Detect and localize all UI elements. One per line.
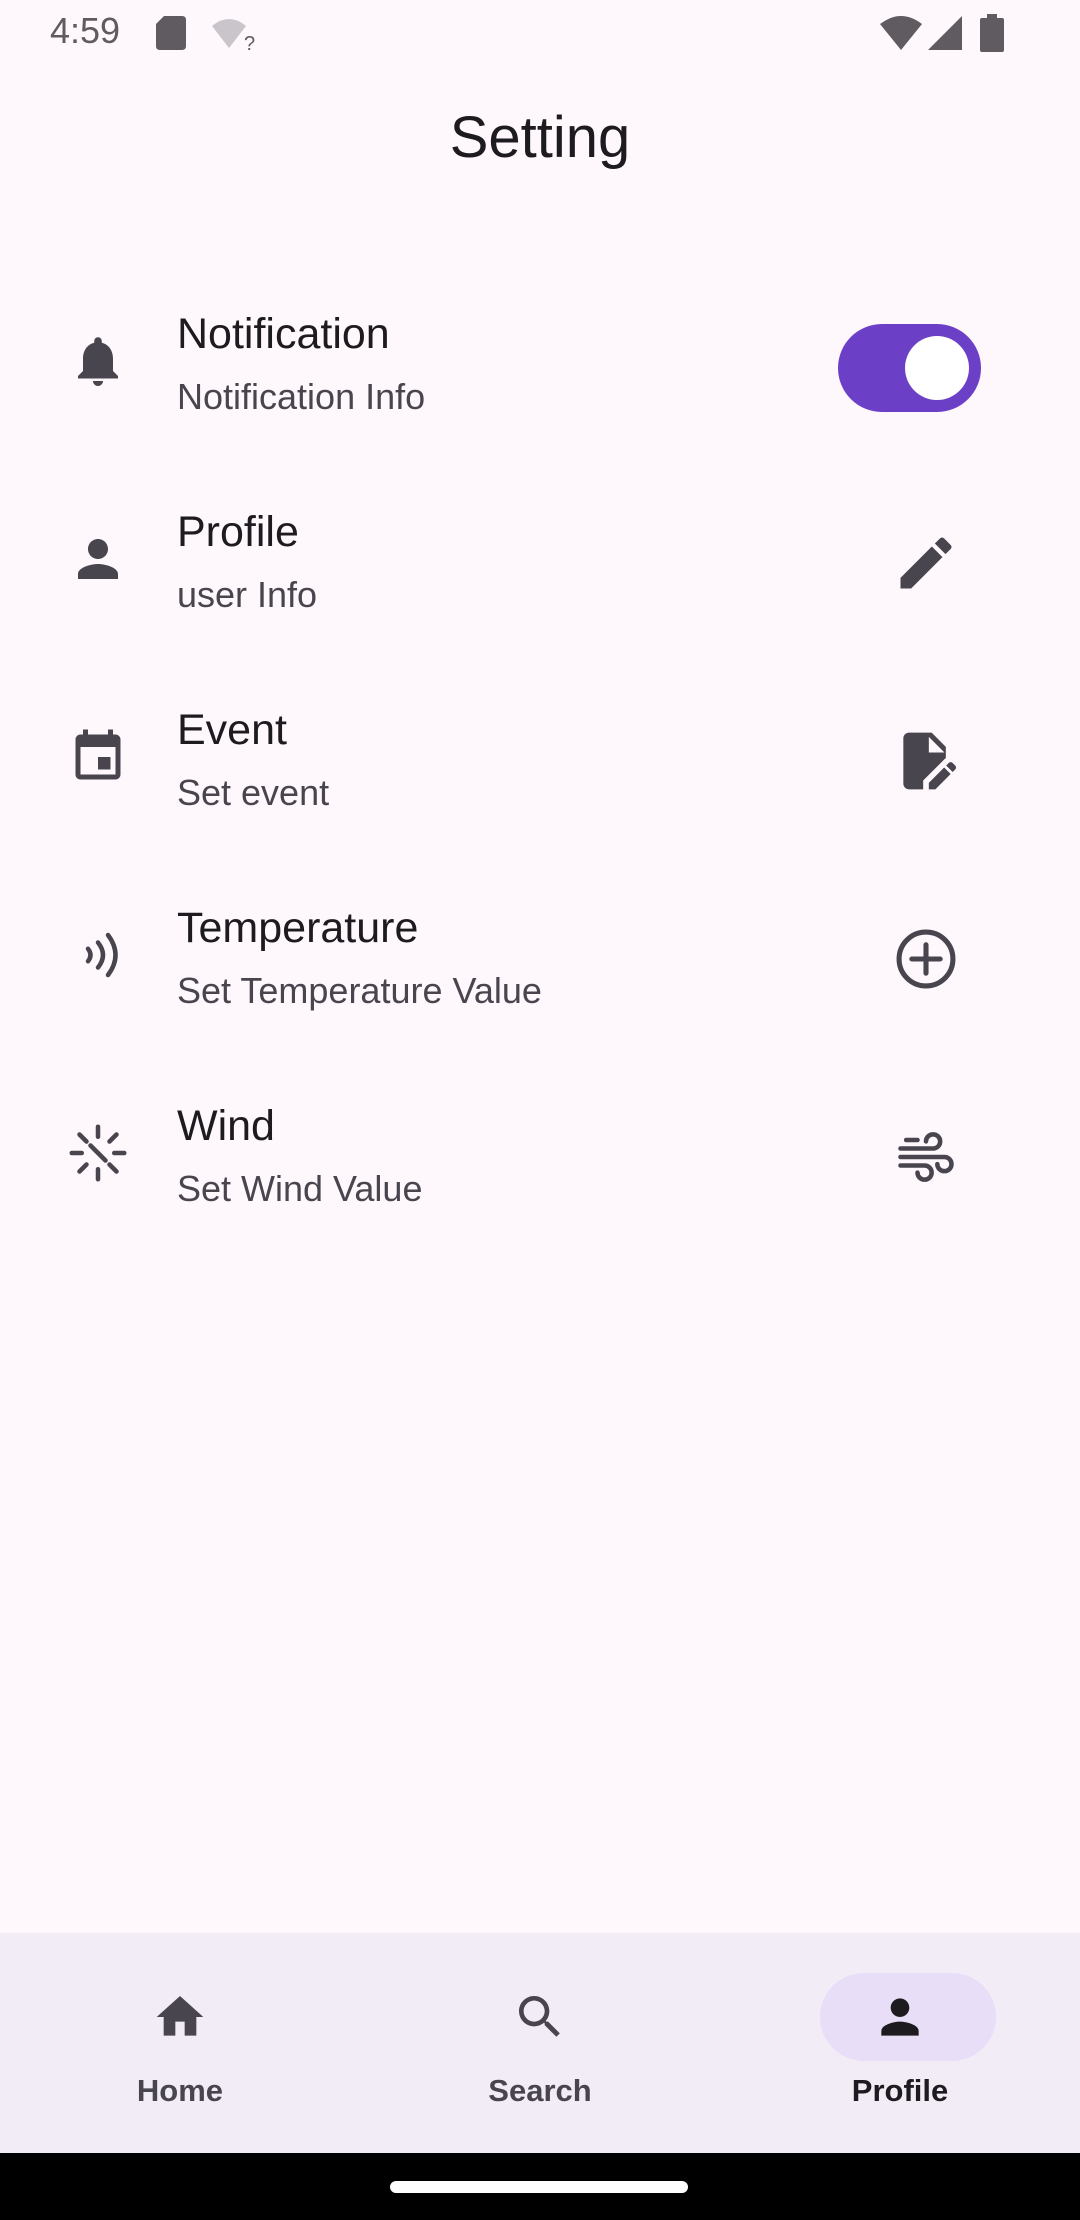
status-bar: 4:59 ? [0, 0, 1080, 66]
edit-document-icon[interactable] [892, 727, 960, 795]
list-item-wind[interactable]: Wind Set Wind Value [0, 1060, 1080, 1258]
nav-item-search[interactable]: Search [360, 1933, 720, 2153]
item-title: Temperature [177, 904, 419, 952]
item-subtitle: Notification Info [177, 376, 426, 417]
add-circle-icon[interactable] [892, 925, 960, 993]
item-title: Wind [177, 1102, 275, 1150]
bell-icon [78, 337, 118, 386]
item-subtitle: Set event [177, 772, 330, 813]
search-icon [519, 1996, 560, 2037]
item-title: Event [177, 706, 287, 754]
notification-switch[interactable] [838, 324, 981, 412]
wifi-unknown-icon: ? [212, 19, 255, 50]
wifi-icon [880, 16, 922, 50]
nav-item-home[interactable]: Home [0, 1933, 360, 2153]
list-item-event[interactable]: Event Set event [0, 664, 1080, 862]
home-gesture-handle[interactable] [390, 2181, 688, 2193]
signal-waves-icon [85, 932, 118, 978]
settings-screen: 4:59 ? Setting Notification Notification… [0, 0, 1080, 2220]
list-item-profile[interactable]: Profile user Info [0, 466, 1080, 664]
pencil-icon[interactable] [892, 529, 960, 597]
calendar-icon [75, 729, 121, 780]
page-title: Setting [449, 105, 631, 170]
sd-card-icon [156, 16, 186, 50]
status-time: 4:59 [50, 10, 121, 51]
home-icon [156, 1996, 204, 2036]
item-title: Notification [177, 310, 390, 358]
switch-thumb [905, 336, 969, 400]
item-subtitle: user Info [177, 574, 318, 615]
flare-icon [69, 1124, 127, 1182]
item-subtitle: Set Wind Value [177, 1168, 423, 1209]
nav-label: Profile [851, 2073, 949, 2108]
nav-label: Search [488, 2073, 592, 2108]
cellular-icon [928, 16, 962, 50]
list-item-notification[interactable]: Notification Notification Info [0, 268, 1080, 466]
list-item-temperature[interactable]: Temperature Set Temperature Value [0, 862, 1080, 1060]
app-bar: Setting [0, 66, 1080, 216]
bottom-navigation: Home Search Profile [0, 1933, 1080, 2153]
svg-text:?: ? [244, 33, 255, 50]
gesture-navigation-bar [0, 2153, 1080, 2220]
air-icon[interactable] [892, 1123, 960, 1191]
nav-label: Home [136, 2073, 224, 2108]
item-title: Profile [177, 508, 299, 556]
nav-item-profile[interactable]: Profile [720, 1933, 1080, 2153]
item-subtitle: Set Temperature Value [177, 970, 542, 1011]
person-icon [881, 1998, 919, 2036]
settings-list: Notification Notification Info Profile u… [0, 268, 1080, 1258]
battery-icon [980, 14, 1004, 52]
person-icon [78, 539, 118, 579]
